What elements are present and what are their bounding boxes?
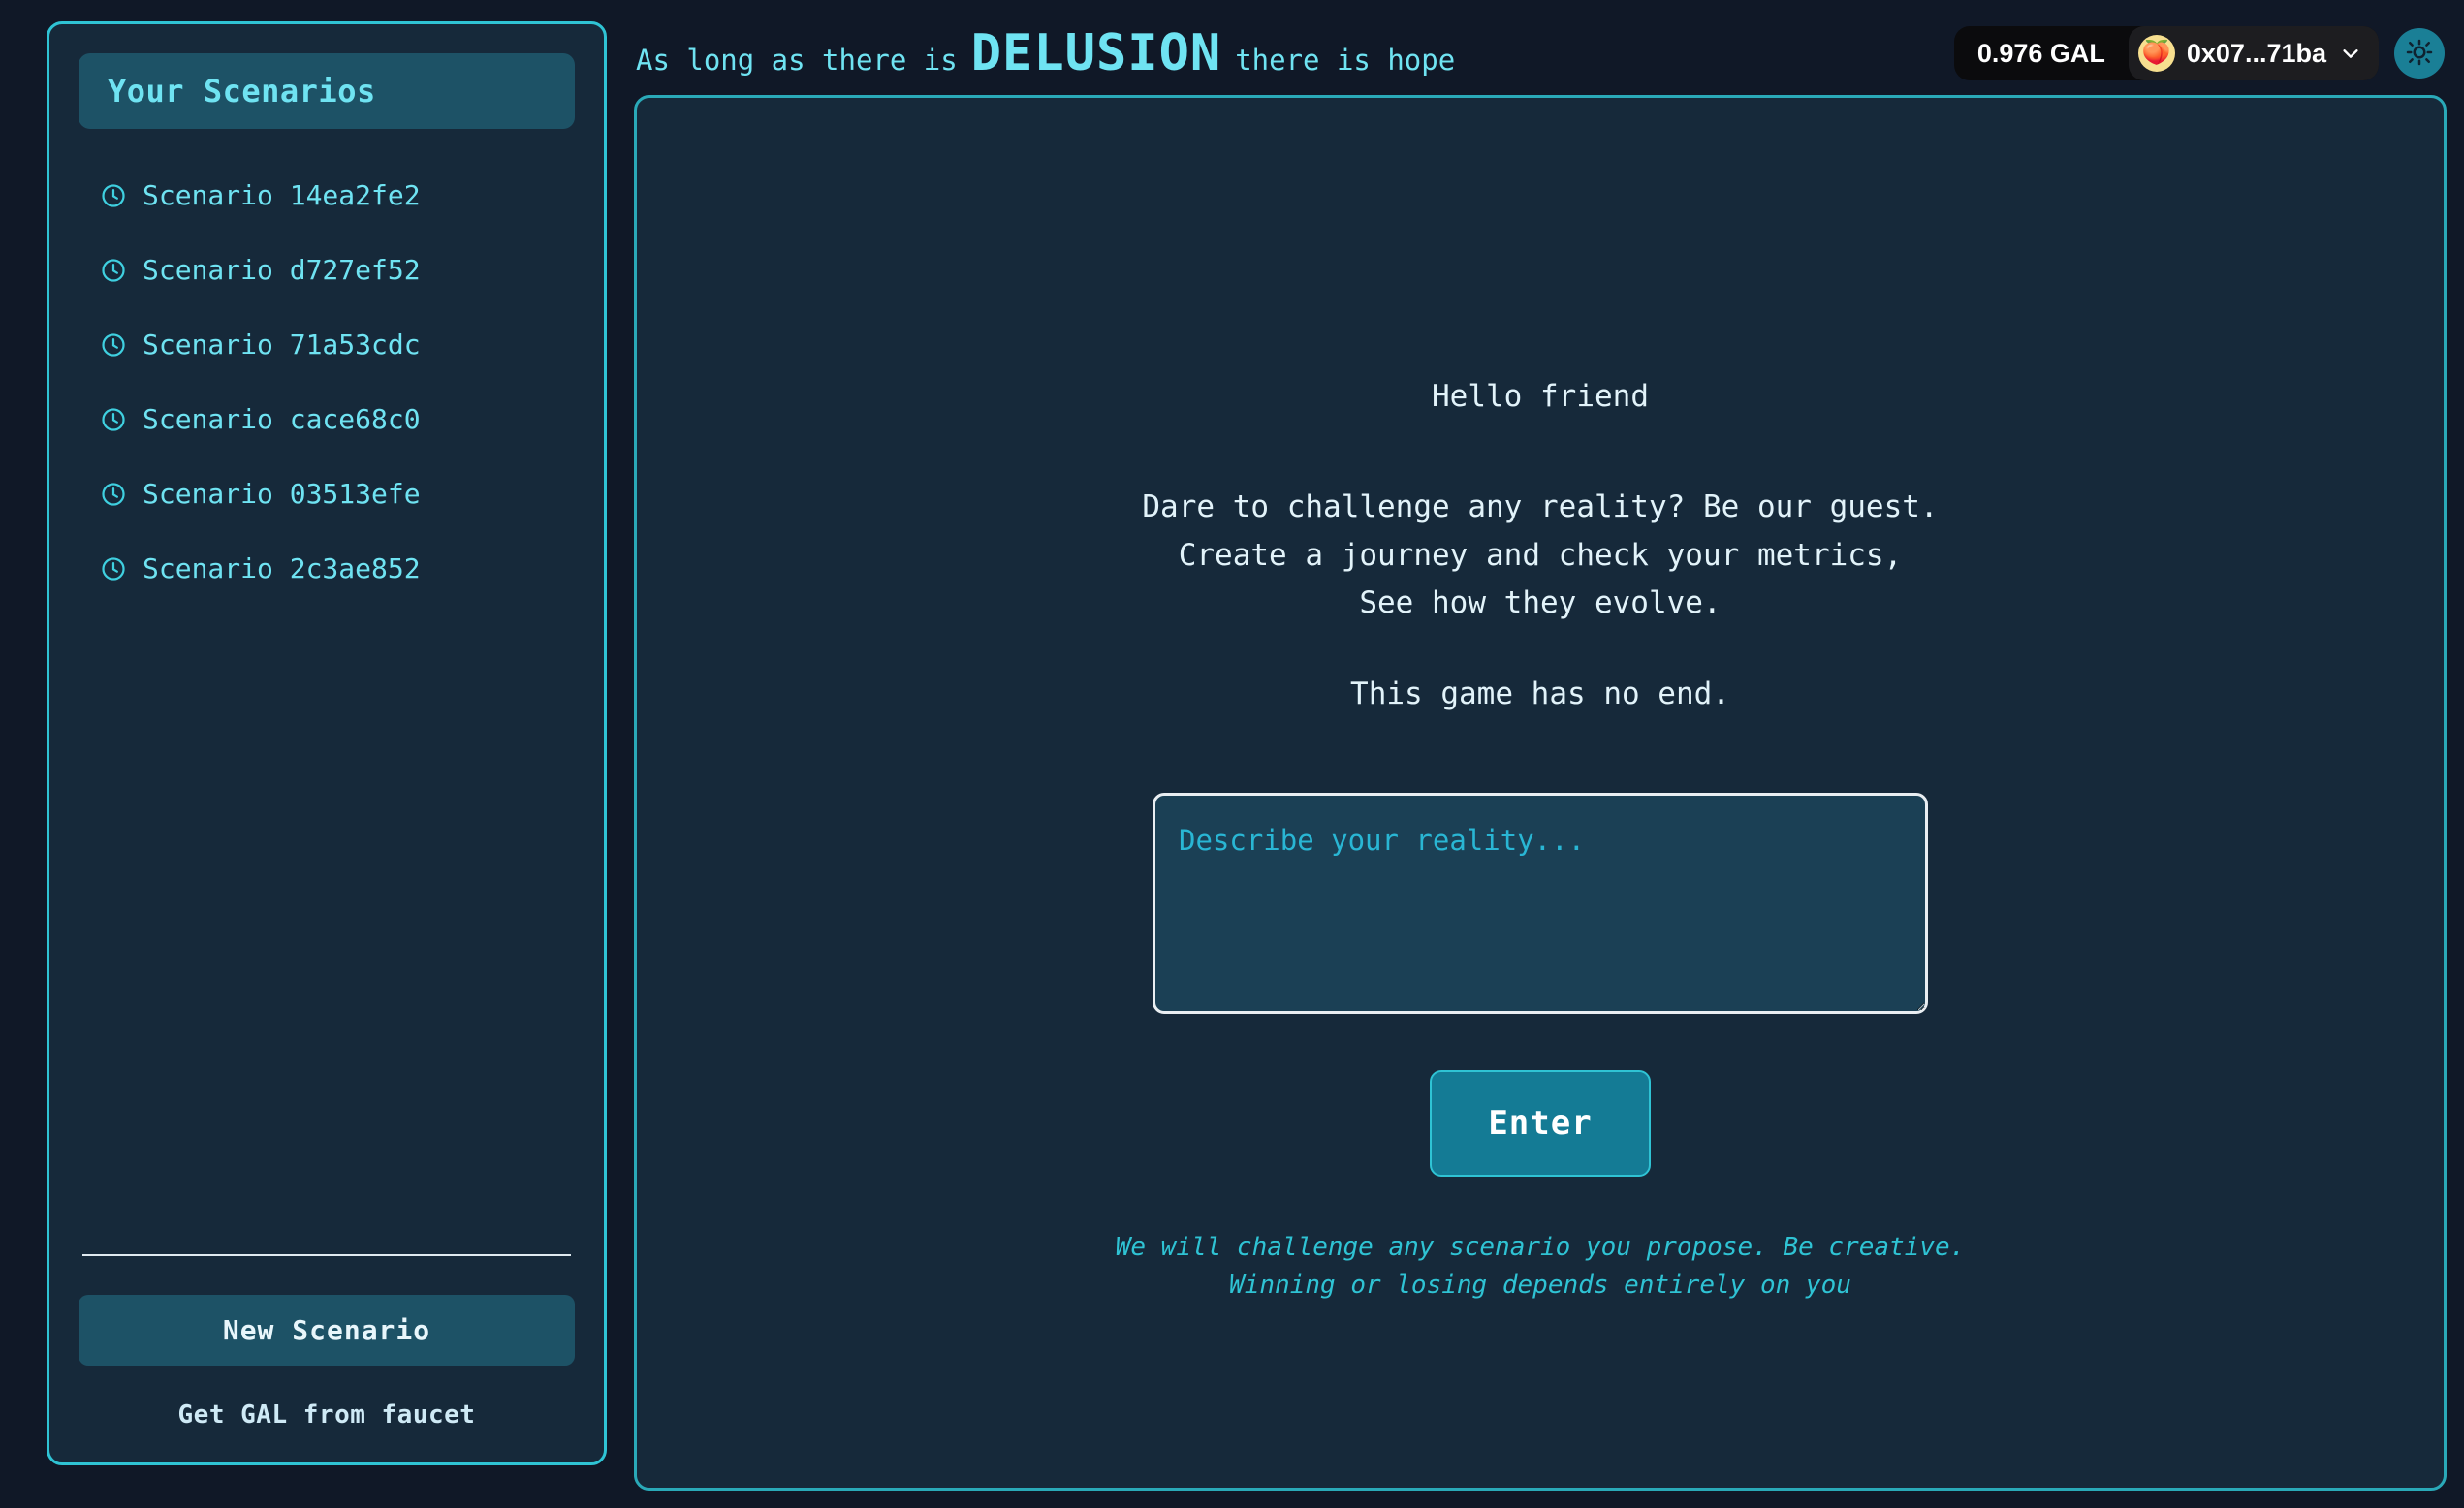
brand-title: DELUSION (970, 24, 1222, 82)
reality-input[interactable] (1153, 792, 1928, 1014)
intro-line-3: See how they evolve. (1359, 585, 1722, 621)
intro-block: Dare to challenge any reality? Be our gu… (1142, 484, 1938, 628)
avatar: 🍑 (2137, 35, 2175, 72)
sidebar-header: Your Scenarios (79, 53, 575, 129)
clock-icon (100, 257, 127, 284)
clock-icon (100, 182, 127, 209)
scenario-label: Scenario 2c3ae852 (142, 552, 421, 584)
disclaimer-block: We will challenge any scenario you propo… (1116, 1229, 1966, 1304)
tagline-prefix: As long as there is (636, 44, 958, 77)
wallet-balance: 0.976 GAL (1976, 38, 2105, 68)
intro-line-2: Create a journey and check your metrics, (1178, 537, 1903, 573)
topbar-right: 0.976 GAL 🍑 0x07...71ba (1953, 26, 2445, 80)
scenario-list: Scenario 14ea2fe2 Scenario d727ef52 Scen… (79, 170, 575, 1250)
clock-icon (100, 555, 127, 582)
greeting-text: Hello friend (1432, 379, 1649, 414)
clock-icon (100, 331, 127, 359)
scenario-list-item-1[interactable]: Scenario d727ef52 (79, 244, 575, 296)
sidebar-footer: New Scenario Get GAL from faucet (79, 1250, 575, 1429)
sidebar: Your Scenarios Scenario 14ea2fe2 Scenari… (47, 21, 607, 1465)
wallet-address: 0x07...71ba (2186, 38, 2326, 68)
scenario-list-item-3[interactable]: Scenario cace68c0 (79, 393, 575, 445)
topbar: As long as there is DELUSION there is ho… (634, 21, 2447, 85)
scenario-label: Scenario cace68c0 (142, 403, 421, 435)
wallet-account-button[interactable]: 🍑 0x07...71ba (2128, 26, 2379, 80)
scenario-label: Scenario d727ef52 (142, 254, 421, 286)
right-column: As long as there is DELUSION there is ho… (634, 21, 2447, 1491)
scenario-label: Scenario 14ea2fe2 (142, 179, 421, 211)
scenario-list-item-2[interactable]: Scenario 71a53cdc (79, 319, 575, 370)
faucet-link[interactable]: Get GAL from faucet (79, 1400, 575, 1429)
disclaimer-line-2: Winning or losing depends entirely on yo… (1229, 1270, 1851, 1300)
app-root: Your Scenarios Scenario 14ea2fe2 Scenari… (0, 0, 2464, 1508)
chevron-down-icon (2340, 43, 2361, 64)
divider (82, 1254, 571, 1256)
scenario-label: Scenario 03513efe (142, 478, 421, 510)
scenario-list-item-4[interactable]: Scenario 03513efe (79, 468, 575, 519)
sidebar-title: Your Scenarios (108, 73, 376, 110)
theme-toggle-button[interactable] (2394, 28, 2445, 79)
clock-icon (100, 406, 127, 433)
new-scenario-button[interactable]: New Scenario (79, 1295, 575, 1366)
disclaimer-line-1: We will challenge any scenario you propo… (1115, 1232, 1966, 1262)
no-end-text: This game has no end. (1350, 675, 1730, 711)
enter-button[interactable]: Enter (1430, 1069, 1651, 1177)
sun-icon (2405, 38, 2434, 70)
clock-icon (100, 481, 127, 508)
scenario-list-item-0[interactable]: Scenario 14ea2fe2 (79, 170, 575, 221)
intro-line-1: Dare to challenge any reality? Be our gu… (1142, 489, 1939, 524)
scenario-label: Scenario 71a53cdc (142, 329, 421, 361)
wallet-pill[interactable]: 0.976 GAL 🍑 0x07...71ba (1953, 26, 2379, 80)
main-panel: Hello friend Dare to challenge any reali… (634, 95, 2447, 1491)
tagline: As long as there is DELUSION there is ho… (636, 24, 1455, 82)
scenario-list-item-5[interactable]: Scenario 2c3ae852 (79, 543, 575, 594)
tagline-suffix: there is hope (1235, 44, 1456, 77)
